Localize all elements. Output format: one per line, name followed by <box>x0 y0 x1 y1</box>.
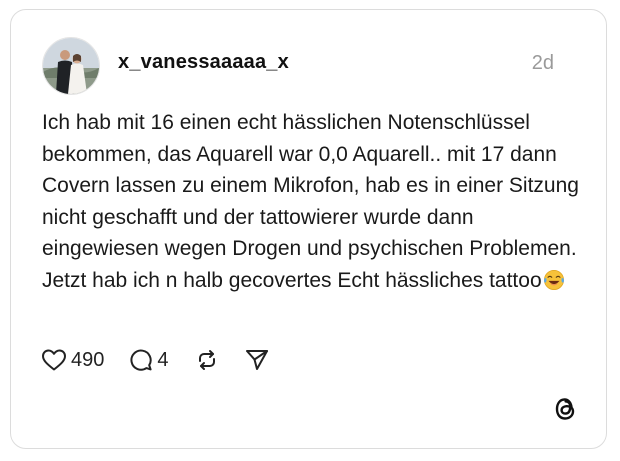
comment-bubble-icon <box>130 349 153 371</box>
share-button[interactable] <box>244 348 270 372</box>
like-count: 490 <box>71 348 105 371</box>
avatar-image <box>43 38 99 94</box>
send-icon <box>245 350 268 370</box>
tears-of-joy-emoji-icon <box>543 269 564 290</box>
heart-icon <box>42 349 66 371</box>
post-timestamp: 2d <box>531 52 554 74</box>
post-actions: 490 4 <box>41 345 270 375</box>
post-body: Ich hab mit 16 einen echt hässlichen Not… <box>42 111 579 292</box>
threads-logo-glyph <box>555 398 575 420</box>
reply-count: 4 <box>157 348 169 371</box>
post-text: Ich hab mit 16 einen echt hässlichen Not… <box>42 107 582 296</box>
post-card[interactable]: x_vanessaaaaa_x 2d Ich hab mit 16 einen … <box>10 9 607 449</box>
username[interactable]: x_vanessaaaaa_x <box>118 51 289 74</box>
repost-button[interactable] <box>195 348 219 372</box>
reply-button[interactable]: 4 <box>129 348 169 372</box>
threads-logo-icon[interactable] <box>552 394 578 424</box>
repost-icon <box>198 350 215 370</box>
like-button[interactable]: 490 <box>41 348 104 372</box>
avatar[interactable] <box>42 37 100 95</box>
